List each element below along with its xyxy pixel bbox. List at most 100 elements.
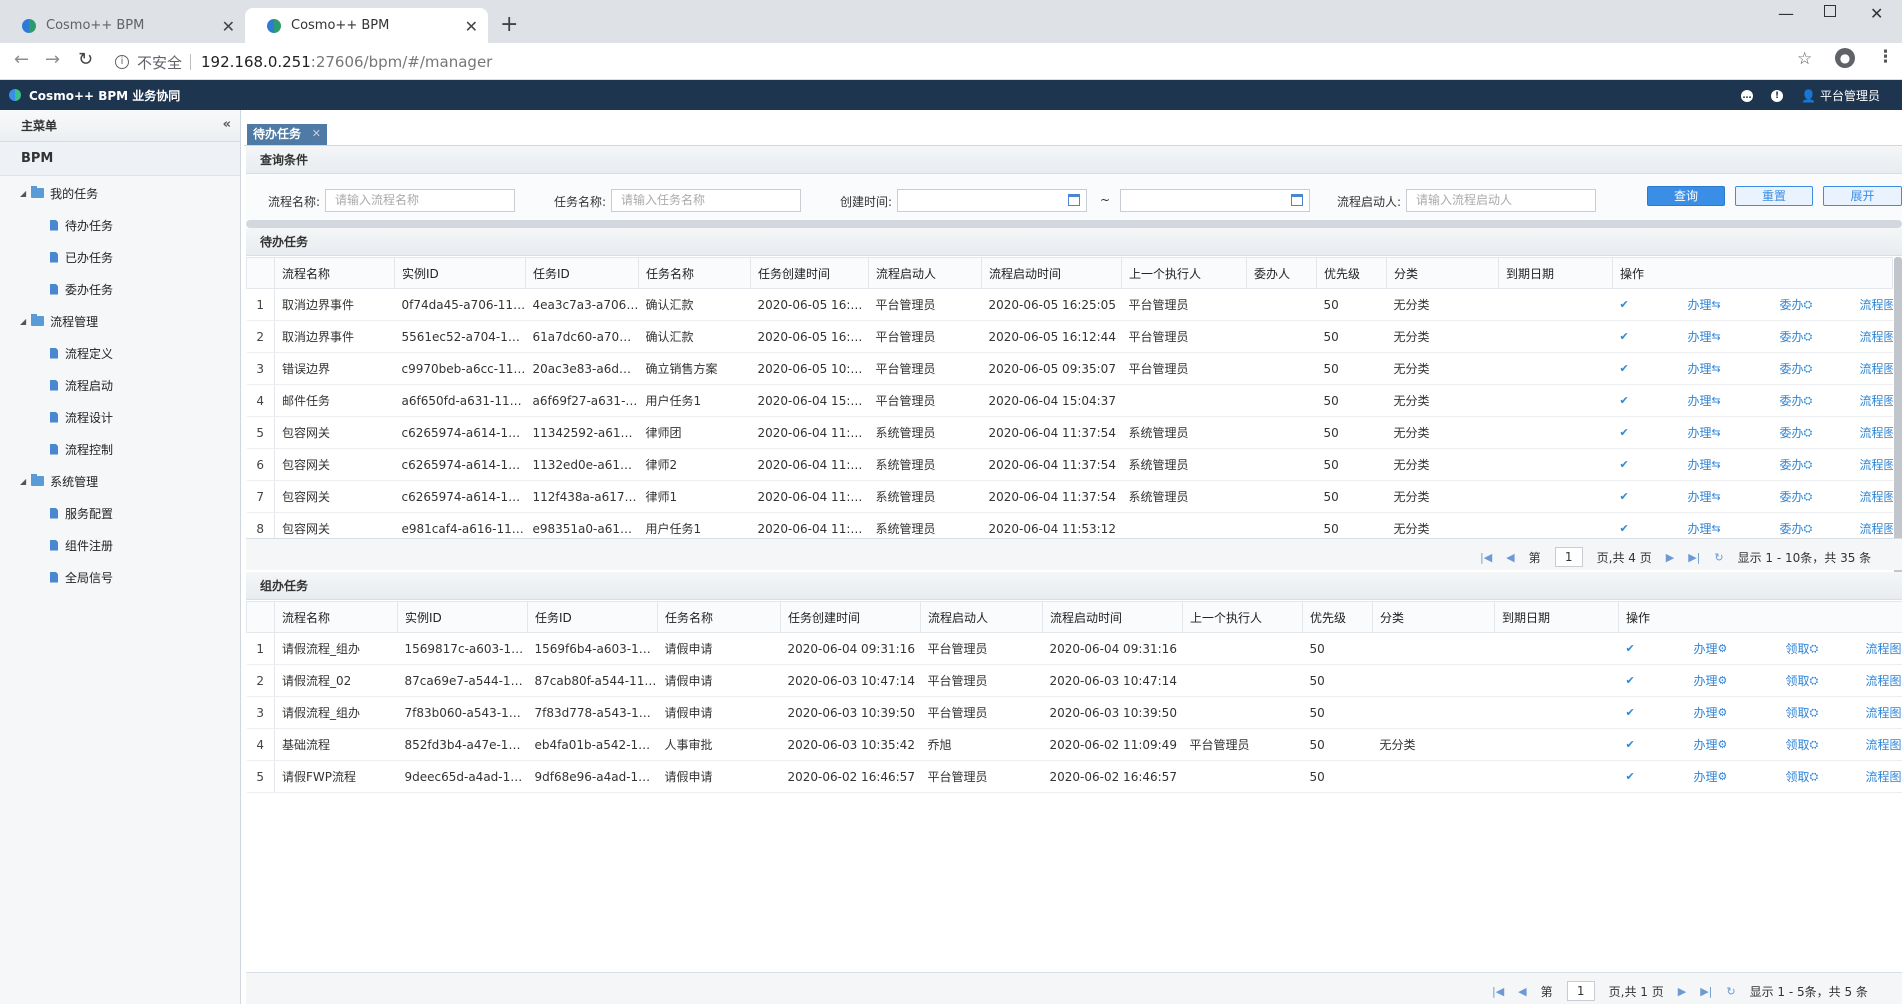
panel-splitter[interactable] (246, 220, 1902, 228)
last-page-icon[interactable]: ▶| (1688, 551, 1700, 564)
column-header[interactable]: 委办人 (1246, 257, 1317, 289)
close-tab-icon[interactable]: ✕ (222, 17, 235, 36)
column-header[interactable]: 上一个执行人 (1182, 601, 1303, 633)
first-page-icon[interactable]: |◀ (1492, 985, 1504, 998)
flowchart-link[interactable]: ⛭ 流程图 (1804, 296, 1893, 313)
expand-triangle-icon[interactable]: ◢ (20, 189, 26, 198)
forward-icon[interactable]: → (45, 49, 60, 70)
sidebar-item-service-config[interactable]: 服务配置 (50, 503, 113, 523)
tree-group-my-tasks[interactable]: ◢ 我的任务 (20, 183, 98, 203)
flowchart-link[interactable]: ⛭ 流程图 (1810, 736, 1902, 753)
prev-page-icon[interactable]: ◀ (1506, 551, 1514, 564)
table-row[interactable]: 3 请假流程_组办 7f83b060-a543-11e... 7f83d778-a54… (246, 696, 1902, 729)
delegate-link[interactable]: ⇆ 委办 (1712, 424, 1804, 441)
flowchart-link[interactable]: ⛭ 流程图 (1804, 456, 1893, 473)
table-row[interactable]: 5 包容网关 c6265974-a614-11e... 11342592-a617-.… (246, 416, 1893, 449)
page-number-input[interactable]: 1 (1554, 547, 1583, 567)
table-row[interactable]: 4 邮件任务 a6f650fd-a631-11ea... a6f69f27-a631-… (246, 384, 1893, 417)
column-header[interactable]: 任务名称 (638, 257, 751, 289)
handle-link[interactable]: ✔ 办理 (1620, 520, 1712, 537)
bookmark-star-icon[interactable]: ☆ (1797, 49, 1812, 69)
column-header[interactable]: 操作 (1612, 257, 1893, 289)
column-header[interactable]: 流程启动人 (920, 601, 1043, 633)
starter-input[interactable]: 请输入流程启动人 (1406, 189, 1596, 212)
back-icon[interactable]: ← (14, 49, 29, 70)
column-header[interactable]: 分类 (1372, 601, 1495, 633)
delegate-link[interactable]: ⇆ 委办 (1712, 488, 1804, 505)
sidebar-item-component-registry[interactable]: 组件注册 (50, 535, 113, 555)
first-page-icon[interactable]: |◀ (1480, 551, 1492, 564)
profile-icon[interactable]: ● (1835, 48, 1855, 68)
maximize-icon[interactable] (1824, 5, 1836, 17)
close-tab-icon[interactable]: ✕ (312, 124, 321, 144)
flowchart-link[interactable]: ⛭ 流程图 (1804, 328, 1893, 345)
sidebar-item-process-control[interactable]: 流程控制 (50, 439, 113, 459)
claim-link[interactable]: ⚙ 领取 (1718, 768, 1810, 785)
table-row[interactable]: 7 包容网关 c6265974-a614-11e... 112f438a-a617-1… (246, 480, 1893, 513)
tree-group-system-mgmt[interactable]: ◢ 系统管理 (20, 471, 98, 491)
tree-group-process-mgmt[interactable]: ◢ 流程管理 (20, 311, 98, 331)
expand-button[interactable]: 展开 (1823, 186, 1902, 206)
flowchart-link[interactable]: ⛭ 流程图 (1804, 520, 1893, 537)
expand-triangle-icon[interactable]: ◢ (20, 317, 26, 326)
new-tab-icon[interactable]: + (500, 12, 518, 37)
handle-link[interactable]: ✔ 办理 (1620, 456, 1712, 473)
sidebar-item-process-design[interactable]: 流程设计 (50, 407, 113, 427)
sidebar-section-bpm[interactable]: BPM (0, 142, 240, 176)
column-header[interactable]: 实例ID (397, 601, 528, 633)
user-menu[interactable]: 👤 平台管理员 (1801, 87, 1880, 104)
delegate-link[interactable]: ⇆ 委办 (1712, 360, 1804, 377)
refresh-icon[interactable]: ↻ (1714, 551, 1723, 564)
sidebar-item-done[interactable]: 已办任务 (50, 247, 113, 267)
table-row[interactable]: 2 取消边界事件 5561ec52-a704-11e... 61a7dc60-a704… (246, 320, 1893, 353)
column-header[interactable]: 到期日期 (1498, 257, 1613, 289)
column-header[interactable]: 流程名称 (274, 257, 395, 289)
calendar-icon[interactable] (1068, 194, 1080, 206)
calendar-icon[interactable] (1291, 194, 1303, 206)
table-row[interactable]: 1 取消边界事件 0f74da45-a706-11e... 4ea3c7a3-a706… (246, 288, 1893, 321)
sidebar-item-todo[interactable]: 待办任务 (50, 215, 113, 235)
flowchart-link[interactable]: ⛭ 流程图 (1804, 488, 1893, 505)
column-header[interactable]: 实例ID (394, 257, 526, 289)
column-header[interactable]: 分类 (1386, 257, 1499, 289)
handle-link[interactable]: ✔ 办理 (1626, 768, 1718, 785)
reload-icon[interactable]: ↻ (78, 49, 93, 70)
claim-link[interactable]: ⚙ 领取 (1718, 672, 1810, 689)
task-name-input[interactable]: 请输入任务名称 (611, 189, 801, 212)
table-row[interactable]: 6 包容网关 c6265974-a614-11e... 1132ed0e-a617-.… (246, 448, 1893, 481)
query-button[interactable]: 查询 (1647, 186, 1725, 206)
column-header[interactable]: 优先级 (1302, 601, 1373, 633)
column-header[interactable]: 任务创建时间 (780, 601, 921, 633)
next-page-icon[interactable]: ▶ (1666, 551, 1674, 564)
browser-menu-icon[interactable]: ⋮ (1877, 47, 1894, 67)
expand-triangle-icon[interactable]: ◢ (20, 477, 26, 486)
last-page-icon[interactable]: ▶| (1700, 985, 1712, 998)
flowchart-link[interactable]: ⛭ 流程图 (1804, 392, 1893, 409)
handle-link[interactable]: ✔ 办理 (1626, 736, 1718, 753)
created-start-date-input[interactable] (897, 189, 1087, 212)
handle-link[interactable]: ✔ 办理 (1620, 424, 1712, 441)
column-header[interactable]: 流程启动人 (868, 257, 982, 289)
delegate-link[interactable]: ⇆ 委办 (1712, 296, 1804, 313)
close-tab-icon[interactable]: ✕ (465, 17, 478, 36)
flowchart-link[interactable]: ⛭ 流程图 (1810, 672, 1902, 689)
sidebar-item-process-start[interactable]: 流程启动 (50, 375, 113, 395)
table-row[interactable]: 3 错误边界 c9970beb-a6cc-11e... 20ac3e83-a6d7-.… (246, 352, 1893, 385)
next-page-icon[interactable]: ▶ (1678, 985, 1686, 998)
column-header[interactable]: 优先级 (1316, 257, 1387, 289)
refresh-icon[interactable]: ↻ (1726, 985, 1735, 998)
collapse-sidebar-icon[interactable]: « (223, 117, 231, 132)
delegate-link[interactable]: ⇆ 委办 (1712, 456, 1804, 473)
handle-link[interactable]: ✔ 办理 (1626, 640, 1718, 657)
process-name-input[interactable]: 请输入流程名称 (325, 189, 515, 212)
info-icon[interactable]: i (115, 55, 129, 69)
page-number-input[interactable]: 1 (1566, 981, 1595, 1001)
flowchart-link[interactable]: ⛭ 流程图 (1810, 704, 1902, 721)
table-row[interactable]: 4 基础流程 852fd3b4-a47e-11e... eb4fa01b-a542-1… (246, 728, 1902, 761)
column-header[interactable]: 流程名称 (274, 601, 398, 633)
sidebar-item-process-definition[interactable]: 流程定义 (50, 343, 113, 363)
handle-link[interactable]: ✔ 办理 (1620, 392, 1712, 409)
tab-todo[interactable]: 待办任务 ✕ (247, 124, 328, 145)
alert-icon[interactable]: ! (1771, 89, 1784, 102)
handle-link[interactable]: ✔ 办理 (1620, 296, 1712, 313)
